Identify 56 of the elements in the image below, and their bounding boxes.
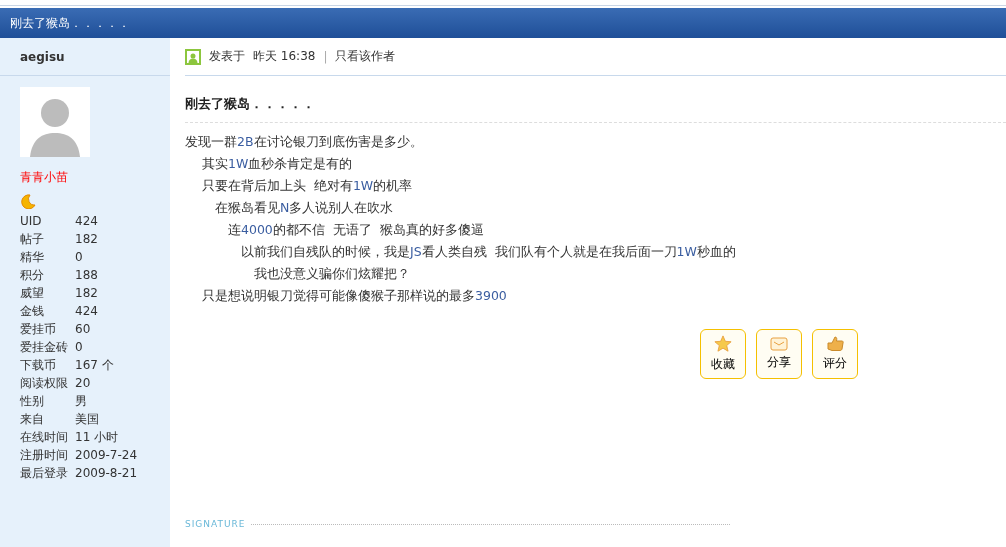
user-icon: [185, 48, 201, 65]
envelope-icon: [770, 337, 788, 351]
stat-label: 阅读权限: [20, 376, 69, 391]
stat-label: 爱挂金砖: [20, 340, 69, 355]
separator: |: [323, 49, 328, 64]
stat-value: 20: [75, 376, 92, 391]
stat-label: 最后登录: [20, 466, 69, 481]
stat-label: 爱挂币: [20, 322, 57, 337]
only-author-link[interactable]: 只看该作者: [335, 48, 396, 65]
rate-button[interactable]: 评分: [812, 329, 858, 379]
posted-label: 发表于: [209, 48, 245, 65]
stat-label: 在线时间: [20, 430, 69, 445]
post-line: 我也没意义骗你们炫耀把？: [252, 265, 411, 283]
stat-label: 威望: [20, 286, 45, 301]
post-line: 以前我们自残队的时候，我是JS看人类自残 我们队有个人就是在我后面一刀1W秒血的: [239, 243, 737, 261]
post-line: 只要在背后加上头 绝对有1W的机率: [200, 177, 414, 195]
stat-label: 帖子: [20, 232, 45, 247]
stat-value: 167 个: [75, 358, 115, 373]
stat-label: 来自: [20, 412, 45, 427]
stat-value: 182: [75, 286, 99, 301]
stat-label: 注册时间: [20, 448, 69, 463]
stat-value: 424: [75, 214, 99, 229]
post-line: 其实1W血秒杀肯定是有的: [200, 155, 354, 173]
stat-value: 2009-7-24: [75, 448, 139, 463]
post-line: 在猴岛看见N多人说别人在吹水: [213, 199, 395, 217]
stat-value: 182: [75, 232, 99, 247]
post-line: 只是想说明银刀觉得可能像傻猴子那样说的最多3900: [200, 287, 508, 305]
stat-value: 男: [75, 394, 88, 409]
post-title: 刚去了猴岛．．．．．: [185, 95, 1006, 123]
signature-label: SIGNATURE: [185, 519, 246, 529]
thread-title: 刚去了猴岛．．．．．: [10, 14, 130, 32]
stat-value: 11 小时: [75, 430, 120, 445]
avatar: [20, 87, 90, 157]
stat-value: 60: [75, 322, 92, 337]
stat-label: 精华: [20, 250, 45, 265]
stat-value: 188: [75, 268, 99, 283]
stat-label: 金钱: [20, 304, 45, 319]
stat-value: 424: [75, 304, 99, 319]
stat-label: 性别: [20, 394, 45, 409]
share-button[interactable]: 分享: [756, 329, 802, 379]
post-time: 昨天 16:38: [253, 48, 316, 65]
star-icon: [714, 335, 732, 353]
stat-value: 0: [75, 250, 84, 265]
thumbs-up-icon: [826, 336, 844, 352]
stat-value: 0: [75, 340, 84, 355]
username[interactable]: aegisu: [20, 49, 65, 64]
favorite-button[interactable]: 收藏: [700, 329, 746, 379]
post-line: 连4000的都不信 无语了 猴岛真的好多傻逼: [226, 221, 485, 239]
moon-icon: [20, 193, 36, 209]
stat-label: UID: [20, 214, 43, 229]
stat-label: 积分: [20, 268, 45, 283]
stat-label: 下载币: [20, 358, 57, 373]
stat-value: 2009-8-21: [75, 466, 139, 481]
post-line: 发现一群2B在讨论银刀到底伤害是多少。: [185, 133, 424, 151]
stat-value: 美国: [75, 412, 100, 427]
user-group: 青青小苗: [20, 169, 170, 186]
